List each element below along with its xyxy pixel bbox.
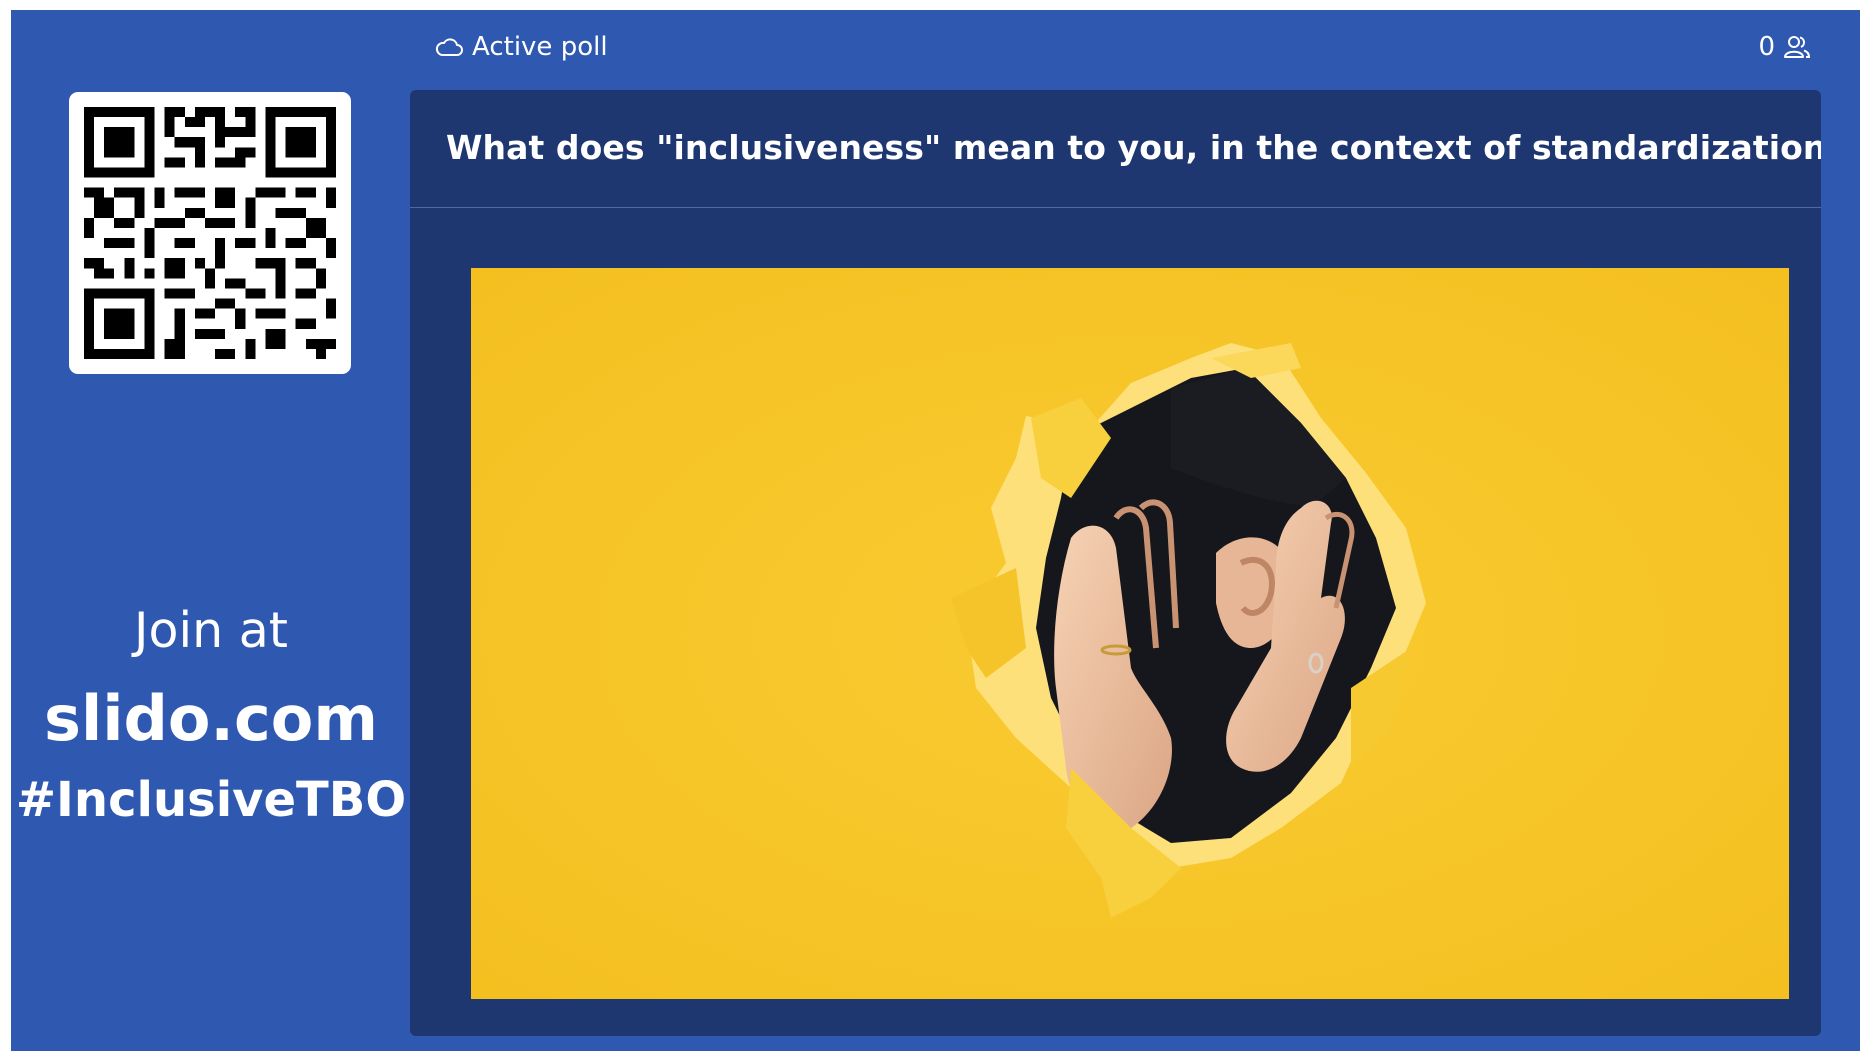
participant-counter: 0 <box>1758 32 1811 62</box>
slido-presentation-screen: Join at slido.com #InclusiveTBO Active p… <box>11 10 1860 1051</box>
qr-code-icon <box>84 107 336 359</box>
qr-code-card <box>69 92 351 374</box>
poll-image <box>471 268 1789 999</box>
divider <box>410 207 1821 208</box>
torn-paper-ear-photo <box>471 268 1789 999</box>
cloud-icon <box>435 38 463 56</box>
participant-count: 0 <box>1758 32 1775 62</box>
poll-status-label: Active poll <box>472 32 608 62</box>
event-code: #InclusiveTBO <box>15 772 407 828</box>
join-at-label: Join at <box>134 602 288 659</box>
poll-status: Active poll <box>434 32 608 62</box>
poll-header: Active poll 0 <box>411 10 1860 90</box>
sidebar: Join at slido.com #InclusiveTBO <box>11 10 411 1051</box>
poll-question: What does "inclusiveness" mean to you, i… <box>446 128 1821 167</box>
users-icon <box>1784 36 1811 58</box>
poll-panel: What does "inclusiveness" mean to you, i… <box>410 90 1821 1036</box>
join-url[interactable]: slido.com <box>11 682 411 755</box>
